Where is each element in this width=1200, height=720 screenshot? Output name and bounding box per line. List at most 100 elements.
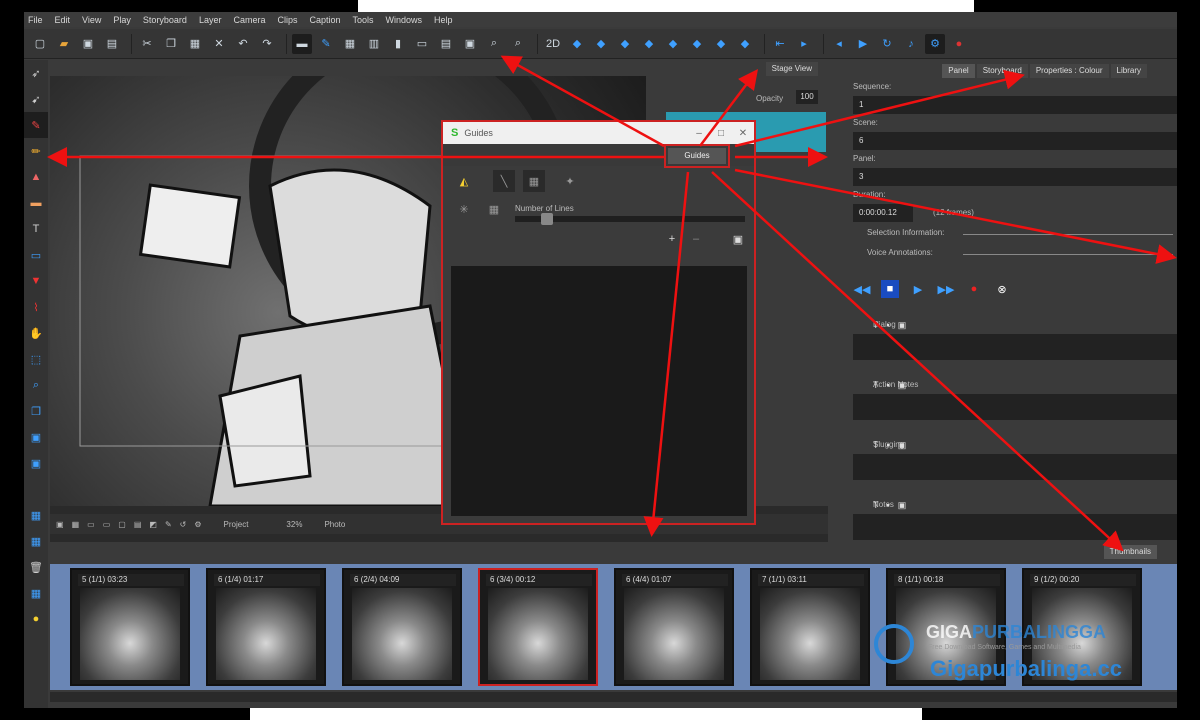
- marquee-icon[interactable]: ⬚: [24, 346, 48, 372]
- tab-storyboard[interactable]: Storyboard: [976, 64, 1028, 78]
- stage-tool-icon[interactable]: ▦: [72, 520, 80, 529]
- play-prev-icon[interactable]: ◂: [829, 34, 849, 54]
- copy-icon[interactable]: ❐: [161, 34, 181, 54]
- stamp-icon[interactable]: ▲: [24, 164, 48, 190]
- settings-icon[interactable]: ⚙: [925, 33, 945, 54]
- remove-guide-icon[interactable]: –: [685, 228, 707, 250]
- prev-icon[interactable]: ▸: [794, 34, 814, 54]
- cube5-icon[interactable]: ◆: [663, 34, 683, 54]
- thumbnail[interactable]: 7 (1/1) 03:11: [750, 568, 870, 686]
- pot-icon[interactable]: ●: [949, 34, 969, 54]
- delete-voice-icon[interactable]: ⊗: [993, 280, 1011, 298]
- action-notes-field[interactable]: [853, 394, 1177, 420]
- thumbnail[interactable]: 6 (2/4) 04:09: [342, 568, 462, 686]
- stage-tool-icon[interactable]: ▣: [56, 520, 64, 529]
- menu-layer[interactable]: Layer: [199, 15, 222, 25]
- panel-field[interactable]: 3: [853, 168, 1177, 186]
- notes-field[interactable]: [853, 514, 1177, 540]
- loop-icon[interactable]: ↻: [877, 34, 897, 54]
- voice-annotations-line[interactable]: [963, 254, 1173, 255]
- stage-tool-icon[interactable]: ▢: [118, 520, 126, 529]
- add-guide-icon[interactable]: +: [661, 228, 683, 250]
- menu-edit[interactable]: Edit: [55, 15, 71, 25]
- number-of-lines-slider[interactable]: [515, 213, 745, 225]
- hand-icon[interactable]: ✋: [24, 320, 48, 346]
- grid-icon[interactable]: ▦: [340, 34, 360, 54]
- open-icon[interactable]: ▰: [54, 34, 74, 54]
- cube8-icon[interactable]: ◆: [735, 34, 755, 54]
- save-icon[interactable]: ▣: [78, 34, 98, 54]
- thumbnails-scrollbar[interactable]: [50, 692, 1177, 702]
- cube2-icon[interactable]: ◆: [591, 34, 611, 54]
- thumbnail[interactable]: 9 (1/2) 00:20: [1022, 568, 1142, 686]
- stage-tool-icon[interactable]: ▭: [103, 520, 111, 529]
- layers-icon[interactable]: ❐: [24, 398, 48, 424]
- line-guide-icon[interactable]: ╲: [493, 170, 515, 192]
- tab-panel[interactable]: Panel: [942, 64, 975, 78]
- menu-tools[interactable]: Tools: [353, 15, 374, 25]
- cube4-icon[interactable]: ◆: [639, 34, 659, 54]
- guide-menu-icon[interactable]: ▣: [727, 228, 749, 250]
- brush-tool-icon[interactable]: ✎: [24, 112, 48, 138]
- duration-field[interactable]: 0:00:00.12: [853, 204, 913, 222]
- tab-stage-view[interactable]: Stage View: [765, 62, 818, 76]
- layout4-icon[interactable]: ▤: [436, 34, 456, 54]
- stage-tool-icon[interactable]: ▤: [134, 520, 142, 529]
- grid-small-icon[interactable]: ▦: [483, 198, 505, 220]
- tab-properties-colour[interactable]: Properties : Colour: [1029, 64, 1109, 78]
- camera-icon[interactable]: ▣: [460, 34, 480, 54]
- brush-icon[interactable]: ✎: [316, 34, 336, 54]
- cut-icon[interactable]: ✂: [137, 34, 157, 54]
- perspective-icon[interactable]: ✦: [559, 170, 581, 192]
- panel-add-icon[interactable]: ▦: [24, 502, 48, 528]
- minimize-icon[interactable]: –: [688, 128, 710, 139]
- vanishing-point-icon[interactable]: ✳: [453, 198, 475, 220]
- menu-help[interactable]: Help: [434, 15, 453, 25]
- stage-tool-icon[interactable]: ✎: [165, 520, 172, 529]
- paste-icon[interactable]: ▦: [185, 34, 205, 54]
- dots-icon[interactable]: ▬: [292, 33, 312, 54]
- panel-dup-icon[interactable]: ▦: [24, 528, 48, 554]
- menu-clips[interactable]: Clips: [277, 15, 297, 25]
- new-icon[interactable]: ▢: [30, 34, 50, 54]
- grid-guide-icon[interactable]: ▦: [523, 170, 545, 192]
- tab-thumbnails[interactable]: Thumbnails: [1103, 545, 1157, 559]
- first-frame-icon[interactable]: ⇤: [770, 34, 790, 54]
- photo-dropdown[interactable]: Photo: [324, 520, 345, 529]
- scene-field[interactable]: 6: [853, 132, 1177, 150]
- dialog-field[interactable]: [853, 334, 1177, 360]
- selection-info-line[interactable]: [963, 234, 1173, 235]
- dropper-icon[interactable]: ⌇: [24, 294, 48, 320]
- layout3-icon[interactable]: ▭: [412, 34, 432, 54]
- stage-tool-icon[interactable]: ▭: [87, 520, 95, 529]
- rewind-icon[interactable]: ◀◀: [853, 280, 871, 298]
- select-icon[interactable]: ➶: [24, 60, 48, 86]
- zoom-dropdown[interactable]: 32%: [286, 520, 302, 529]
- thumbnail[interactable]: 6 (1/4) 01:17: [206, 568, 326, 686]
- slider-thumb[interactable]: [541, 213, 554, 225]
- import-icon[interactable]: ▦: [24, 580, 48, 606]
- layout-icon[interactable]: ▥: [364, 34, 384, 54]
- layout2-icon[interactable]: ▮: [388, 34, 408, 54]
- thumbnail[interactable]: 6 (4/4) 01:07: [614, 568, 734, 686]
- thumbnail-selected[interactable]: 6 (3/4) 00:12: [478, 568, 598, 686]
- stage-tool-icon[interactable]: ◩: [149, 520, 157, 529]
- thumbnail[interactable]: 8 (1/1) 00:18: [886, 568, 1006, 686]
- opacity-field[interactable]: 100: [796, 90, 818, 104]
- play-icon[interactable]: ▶: [853, 34, 873, 54]
- tab-library[interactable]: Library: [1110, 64, 1147, 78]
- shot-icon[interactable]: ▣: [24, 450, 48, 476]
- zoom-in-icon[interactable]: ⌕: [484, 34, 504, 54]
- action-notes-icons[interactable]: T▪▣: [873, 380, 1177, 391]
- slugging-field[interactable]: [853, 454, 1177, 480]
- cube7-icon[interactable]: ◆: [711, 34, 731, 54]
- transform-icon[interactable]: ➹: [24, 86, 48, 112]
- cube-icon[interactable]: ◆: [567, 34, 587, 54]
- record-icon[interactable]: ●: [965, 280, 983, 298]
- menu-play[interactable]: Play: [113, 15, 131, 25]
- project-dropdown[interactable]: Project: [224, 520, 249, 529]
- zoom-tool-icon[interactable]: ⌕: [24, 372, 48, 398]
- tab-guides[interactable]: Guides: [664, 144, 730, 168]
- stop-icon[interactable]: ■: [881, 280, 899, 298]
- idea-icon[interactable]: ●: [24, 606, 48, 632]
